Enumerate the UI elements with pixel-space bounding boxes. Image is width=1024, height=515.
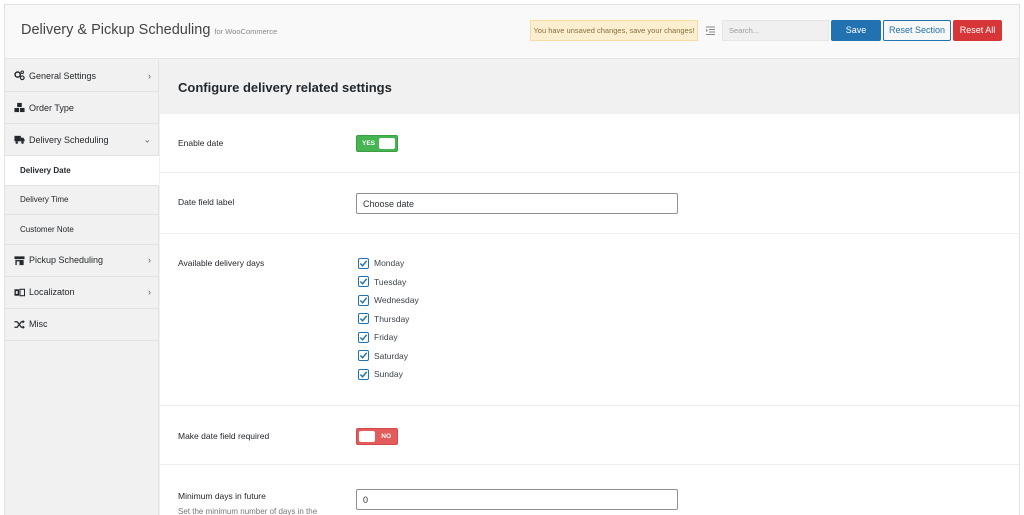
enable-date-toggle[interactable]: YES [356,135,398,152]
available-delivery-days-row: Available delivery days Monday Tuesday W… [160,234,1019,406]
day-checkbox-wednesday[interactable]: Wednesday [358,293,419,307]
boxes-icon [13,102,25,114]
enable-date-row: Enable date YES [160,114,1019,173]
enable-date-label: Enable date [178,138,224,148]
checkbox[interactable] [358,257,369,269]
sidebar-item-label: Order Type [29,102,74,113]
sidebar-item-order-type[interactable]: Order Type [5,92,158,124]
reset-section-button[interactable]: Reset Section [883,20,951,41]
sidebar-item-delivery-scheduling[interactable]: Delivery Scheduling ⌄ [5,124,158,156]
checkbox[interactable] [358,294,369,306]
settings-content: Configure delivery related settings Enab… [160,60,1019,515]
sidebar-subitem-delivery-date[interactable]: Delivery Date [5,156,159,186]
check-icon [359,296,368,304]
min-days-description: Set the minimum number of days in the [178,507,318,515]
sidebar-item-general-settings[interactable]: General Settings › [5,60,158,92]
truck-icon [13,134,25,146]
day-checkbox-friday[interactable]: Friday [358,330,398,344]
sidebar-item-label: General Settings [29,70,97,81]
date-field-label-label: Date field label [178,197,235,207]
day-checkbox-monday[interactable]: Monday [358,256,404,270]
checkbox[interactable] [358,276,369,287]
expand-toggle-button[interactable] [700,20,720,41]
day-label: Thursday [374,313,410,324]
toggle-knob [379,138,395,149]
day-label: Tuesday [374,276,407,287]
app-subtitle: for WooCommerce [214,27,278,36]
header-bar: Delivery & Pickup Scheduling for WooComme… [5,5,1019,59]
chevron-right-icon: › [148,70,151,81]
day-label: Wednesday [374,295,419,305]
check-icon [359,259,368,267]
toggle-state-text: YES [362,140,376,147]
day-checkbox-sunday[interactable]: Sunday [358,367,403,381]
section-title: Configure delivery related settings [160,60,1019,114]
day-checkbox-saturday[interactable]: Saturday [358,349,408,363]
gears-icon [13,70,25,82]
date-field-label-row: Date field label [160,173,1019,234]
day-label: Friday [374,332,398,342]
date-required-label: Make date field required [178,431,270,441]
language-icon [13,286,25,298]
app-title-text: Delivery & Pickup Scheduling [21,22,211,38]
sidebar-item-localization[interactable]: Localizaton › [5,277,158,309]
chevron-right-icon: › [148,255,151,265]
save-button[interactable]: Save [831,20,881,41]
day-label: Sunday [374,369,403,379]
min-days-row: Minimum days in future Set the minimum n… [160,465,1019,515]
day-checkbox-thursday[interactable]: Thursday [358,312,409,326]
day-checkbox-tuesday[interactable]: Tuesday [358,275,406,289]
day-label: Monday [374,258,405,268]
check-icon [359,333,368,341]
check-icon [359,315,368,322]
unsaved-changes-notice: You have unsaved changes, save your chan… [530,20,698,41]
min-days-input[interactable] [356,489,678,510]
sidebar-item-pickup-scheduling[interactable]: Pickup Scheduling › [5,245,158,277]
search-input[interactable] [722,20,829,41]
checkbox[interactable] [358,313,369,324]
check-icon [359,352,368,359]
sidebar-subitem-delivery-time[interactable]: Delivery Time [5,185,158,215]
app-title: Delivery & Pickup Scheduling for WooComme… [21,22,277,38]
checkbox[interactable] [358,368,369,380]
sidebar-item-label: Localizaton [29,287,75,297]
min-days-label: Minimum days in future [178,491,266,501]
toggle-state-text: NO [381,433,391,440]
sidebar-subitem-customer-note[interactable]: Customer Note [5,215,158,245]
list-indent-icon [705,26,715,35]
reset-all-button[interactable]: Reset All [953,20,1002,41]
sidebar-item-misc[interactable]: Misc [5,309,158,341]
store-icon [13,254,25,266]
check-icon [359,278,368,285]
settings-panel: Delivery & Pickup Scheduling for WooComme… [4,4,1020,515]
chevron-right-icon: › [148,287,151,297]
chevron-down-icon: ⌄ [143,134,151,144]
checkbox[interactable] [358,331,369,343]
date-required-toggle[interactable]: NO [356,428,398,445]
available-delivery-days-label: Available delivery days [178,258,265,268]
date-field-label-input[interactable] [356,193,678,214]
toggle-knob [359,431,375,442]
sidebar-item-label: Delivery Scheduling [29,134,109,145]
day-label: Saturday [374,350,409,361]
sidebar-item-label: Misc [29,319,48,329]
check-icon [359,370,368,378]
random-icon [13,318,25,330]
sidebar-nav: General Settings › Order Type Delivery S… [5,60,159,515]
sidebar-item-label: Pickup Scheduling [29,255,104,265]
checkbox[interactable] [358,350,369,361]
date-required-row: Make date field required NO [160,406,1019,465]
